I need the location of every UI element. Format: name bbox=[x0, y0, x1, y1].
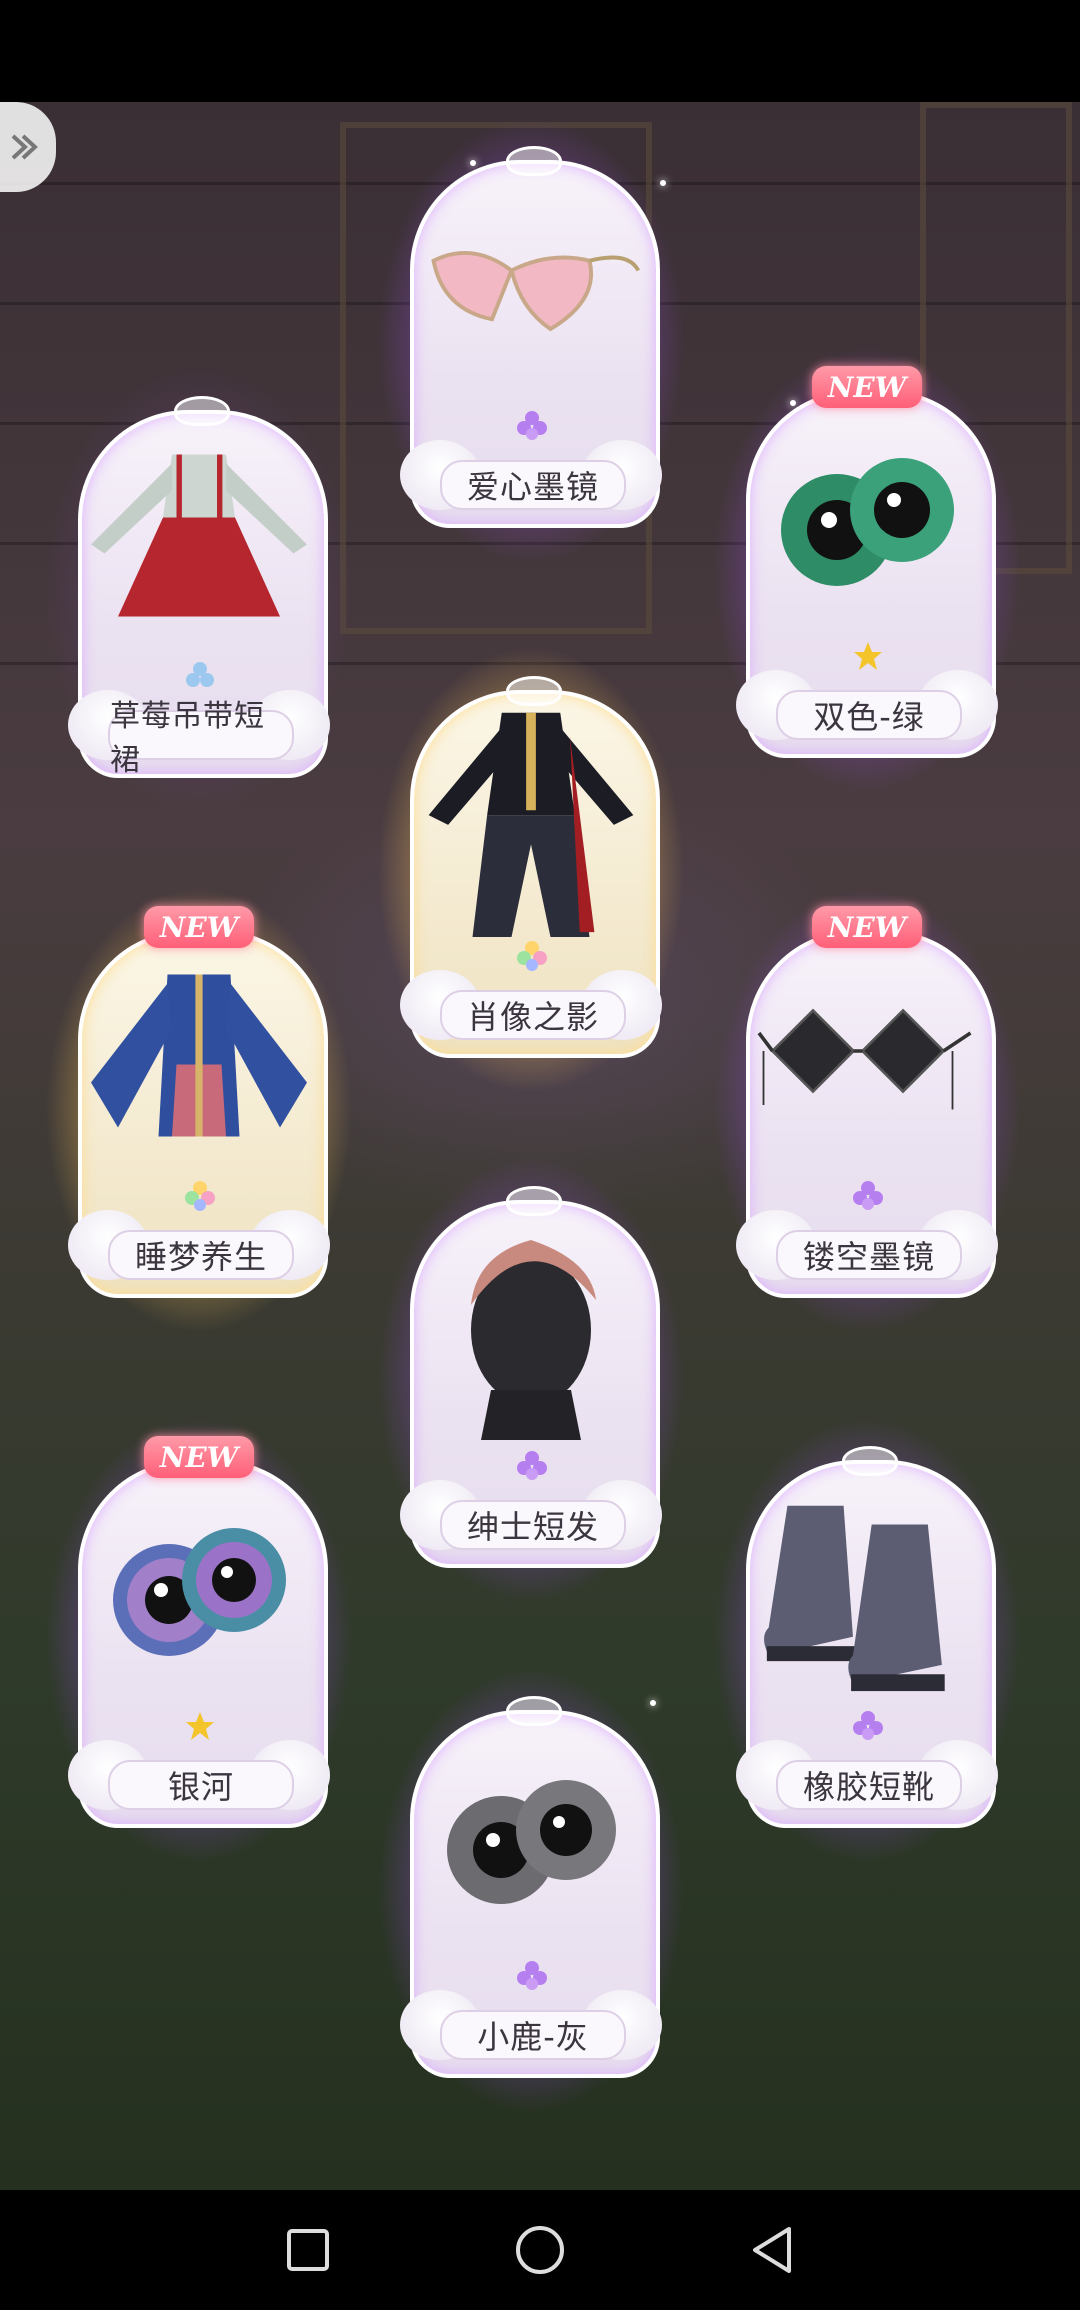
rainbow-flower-icon bbox=[184, 1180, 216, 1212]
new-badge: NEW bbox=[144, 906, 254, 948]
gray-eyes-icon bbox=[414, 1730, 648, 1950]
blue-robe-icon bbox=[82, 950, 316, 1170]
new-badge: NEW bbox=[812, 906, 922, 948]
card-label: 双色-绿 bbox=[776, 690, 962, 740]
card-label: 绅士短发 bbox=[440, 1500, 626, 1550]
sparkle bbox=[660, 180, 666, 186]
square-icon bbox=[287, 2229, 329, 2271]
card-label: 爱心墨镜 bbox=[440, 460, 626, 510]
heart-sunglasses-icon bbox=[414, 180, 648, 400]
recent-apps-button[interactable] bbox=[278, 2220, 338, 2280]
dark-suit-icon bbox=[414, 710, 648, 937]
gold-flower-icon bbox=[184, 1710, 216, 1742]
triangle-back-icon bbox=[753, 2227, 791, 2273]
card-label: 橡胶短靴 bbox=[776, 1760, 962, 1810]
rainbow-flower-icon bbox=[516, 940, 548, 972]
blue-flower-icon bbox=[184, 660, 216, 692]
purple-flower-icon bbox=[516, 1450, 548, 1482]
sparkle bbox=[790, 400, 796, 406]
circle-icon bbox=[516, 2226, 564, 2274]
reward-card[interactable]: 草莓吊带短裙 bbox=[46, 368, 352, 812]
system-nav-bar bbox=[0, 2190, 1080, 2310]
reward-card[interactable]: 爱心墨镜 bbox=[378, 118, 684, 562]
reward-card[interactable]: NEW 银河 bbox=[46, 1418, 352, 1862]
reward-card[interactable]: NEW 睡梦养生 bbox=[46, 888, 352, 1332]
reward-card[interactable]: 小鹿-灰 bbox=[378, 1668, 684, 2112]
strawberry-dress-icon bbox=[82, 430, 316, 650]
card-label: 草莓吊带短裙 bbox=[108, 699, 294, 778]
reward-card[interactable]: NEW 镂空墨镜 bbox=[714, 888, 1020, 1332]
sparkle bbox=[470, 160, 476, 166]
short-hair-icon bbox=[414, 1220, 648, 1440]
sparkle bbox=[650, 1700, 656, 1706]
new-badge: NEW bbox=[144, 1436, 254, 1478]
card-label: 银河 bbox=[108, 1760, 294, 1810]
card-label: 睡梦养生 bbox=[108, 1230, 294, 1280]
skip-arrow-icon bbox=[11, 134, 38, 160]
reward-card[interactable]: 肖像之影 bbox=[378, 648, 684, 1092]
gold-flower-icon bbox=[852, 640, 884, 672]
status-bar bbox=[0, 0, 1080, 102]
card-label: 镂空墨镜 bbox=[776, 1230, 962, 1280]
home-button[interactable] bbox=[510, 2220, 570, 2280]
card-label: 肖像之影 bbox=[440, 990, 626, 1040]
galaxy-eyes-icon bbox=[82, 1480, 316, 1700]
back-button[interactable] bbox=[742, 2220, 802, 2280]
rubber-boots-icon bbox=[750, 1480, 984, 1700]
green-eyes-icon bbox=[750, 410, 984, 630]
card-label: 小鹿-灰 bbox=[440, 2010, 626, 2060]
reward-card[interactable]: 绅士短发 bbox=[378, 1158, 684, 1602]
reward-card[interactable]: NEW 双色-绿 bbox=[714, 348, 1020, 792]
reward-card[interactable]: 橡胶短靴 bbox=[714, 1418, 1020, 1862]
purple-flower-icon bbox=[852, 1710, 884, 1742]
purple-flower-icon bbox=[516, 410, 548, 442]
diamond-sunglasses-icon bbox=[750, 950, 984, 1170]
new-badge: NEW bbox=[812, 366, 922, 408]
purple-flower-icon bbox=[852, 1180, 884, 1212]
purple-flower-icon bbox=[516, 1960, 548, 1992]
